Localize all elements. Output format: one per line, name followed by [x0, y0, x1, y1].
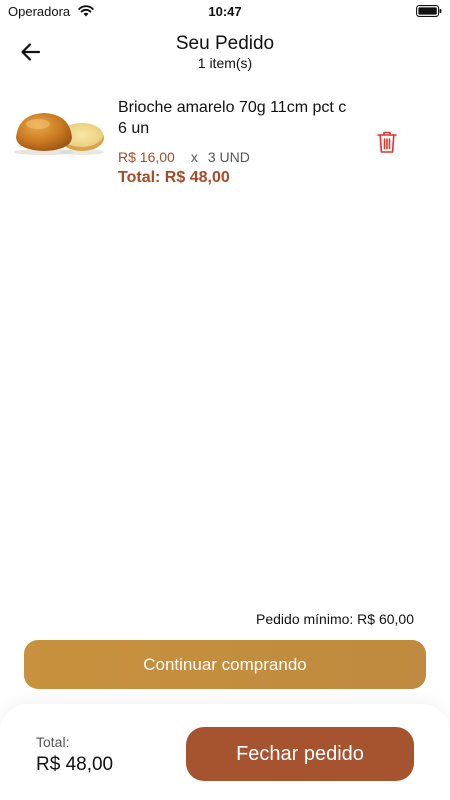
item-count: 1 item(s) — [197, 55, 253, 71]
times-sign: x — [190, 149, 198, 165]
continue-shopping-button[interactable]: Continuar comprando — [24, 640, 426, 689]
trash-icon — [377, 131, 397, 153]
page-header: Seu Pedido 1 item(s) — [0, 30, 450, 76]
page-title: Seu Pedido — [175, 33, 275, 54]
clock: 10:47 — [208, 4, 242, 19]
total-label: Total: — [36, 734, 70, 750]
quantity: 3 UND — [207, 149, 250, 165]
cart-item: Brioche amarelo 70g 11cm pct c 6 un R$ 1… — [0, 92, 450, 202]
battery-icon — [416, 5, 442, 17]
unit-price: R$ 16,00 — [118, 149, 175, 165]
minimum-order-notice: Pedido mínimo: R$ 60,00 — [256, 611, 414, 627]
total-value: R$ 48,00 — [36, 754, 114, 775]
brioche-bun-image — [14, 113, 104, 155]
delete-item-button[interactable] — [376, 130, 398, 154]
close-order-button[interactable]: Fechar pedido — [186, 727, 414, 781]
product-name: Brioche amarelo 70g 11cm pct c 6 un — [118, 99, 347, 137]
status-bar: Operadora 10:47 — [0, 0, 450, 24]
price-line: R$ 16,00 x 3 UND — [118, 149, 250, 165]
item-total: Total: R$ 48,00 — [118, 169, 230, 186]
checkout-panel: Total: R$ 48,00 Fechar pedido — [0, 704, 450, 800]
